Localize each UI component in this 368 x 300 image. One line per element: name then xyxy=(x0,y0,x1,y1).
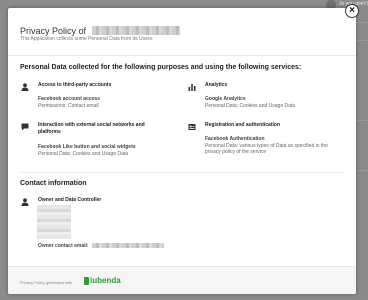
background-line xyxy=(356,170,368,171)
service-name: Facebook Authentication xyxy=(205,136,265,142)
user-icon xyxy=(21,83,29,91)
service-name: Facebook account access xyxy=(38,96,100,102)
registration-icon xyxy=(188,124,196,130)
owner-heading: Owner and Data Controller xyxy=(38,197,102,203)
purposes-section-title: Personal Data collected for the followin… xyxy=(20,64,302,71)
owner-email-row: Owner contact email: xyxy=(38,243,164,249)
purpose-item-social-networks: Interaction with external social network… xyxy=(21,122,171,164)
modal-footer: Privacy Policy generated with iubenda xyxy=(8,266,356,294)
modal-header: Privacy Policy of This Application colle… xyxy=(8,8,356,56)
purpose-heading: Registration and authentication xyxy=(205,122,281,128)
purpose-item-registration: Registration and authentication Facebook… xyxy=(188,122,348,164)
service-description: Permissions: Contact email xyxy=(38,103,99,109)
modal-title: Privacy Policy of xyxy=(20,25,87,36)
analytics-icon xyxy=(188,84,196,91)
background-line xyxy=(356,22,368,23)
background-line xyxy=(356,40,368,41)
section-divider xyxy=(20,172,344,173)
redacted-owner-details xyxy=(37,205,71,239)
background-line xyxy=(356,120,368,121)
modal-subtitle: This Application collects some Personal … xyxy=(20,36,154,42)
purpose-item-third-party-accounts: Access to third-party accounts Facebook … xyxy=(21,82,171,112)
service-description: Personal Data: Cookies and Usage Data xyxy=(205,103,296,109)
redacted-owner-email xyxy=(91,243,164,249)
owner-icon xyxy=(21,198,29,206)
footer-text: Privacy Policy generated with xyxy=(20,280,73,285)
service-description: Personal Data: various types of Data as … xyxy=(205,143,328,155)
title-row: Privacy Policy of xyxy=(20,22,181,36)
service-name: Facebook Like button and social widgets xyxy=(38,144,136,150)
iubenda-logo-icon xyxy=(84,277,89,285)
close-button[interactable]: × xyxy=(345,4,359,18)
service-name: Google Analytics xyxy=(205,96,246,102)
purpose-heading: Access to third-party accounts xyxy=(38,82,112,88)
purpose-heading: Analytics xyxy=(205,82,228,88)
service-description: Personal Data: Cookies and Usage Data xyxy=(38,151,129,157)
purpose-heading: Interaction with external social network… xyxy=(38,122,145,135)
iubenda-logo-text: iubenda xyxy=(90,276,121,285)
owner-email-label: Owner contact email: xyxy=(38,243,89,249)
privacy-policy-modal: Privacy Policy of This Application colle… xyxy=(8,8,356,294)
purpose-item-analytics: Analytics Google Analytics Personal Data… xyxy=(188,82,348,112)
redacted-app-name xyxy=(92,26,181,36)
contact-section-title: Contact information xyxy=(20,180,87,187)
social-icon xyxy=(21,123,29,131)
